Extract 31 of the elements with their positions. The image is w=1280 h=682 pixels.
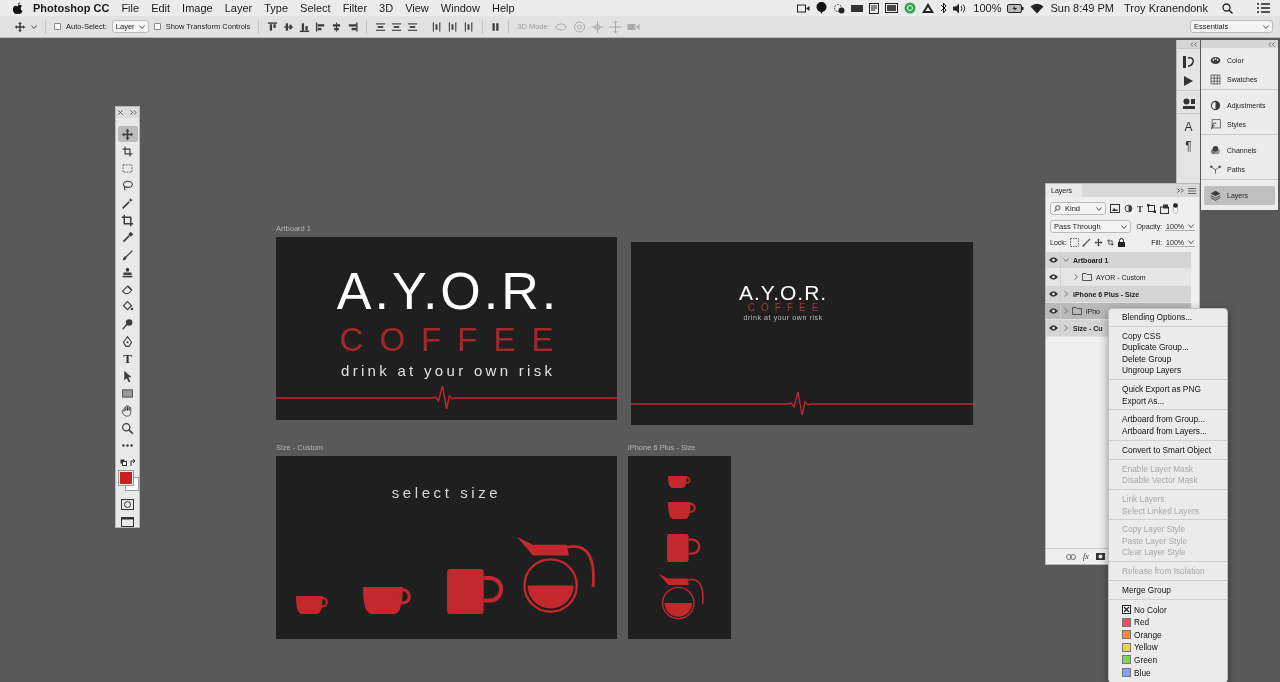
menu-item-label: Merge Group [1122,585,1171,596]
menu-item-label: Yellow [1134,642,1158,653]
menu-item-label: Orange [1134,629,1162,640]
menu-item-label: Export As... [1122,395,1165,406]
menu-item-label: Release from Isolation [1122,566,1205,577]
menu-item-label: Quick Export as PNG [1122,384,1201,394]
menu-item-label: Copy CSS [1122,330,1161,341]
menu-item-label: Paste Layer Style [1122,535,1188,546]
logo-title: A.Y.O.R. [335,265,560,317]
menu-item-label: Blending Options... [1122,311,1193,322]
menu-item-label: Convert to Smart Object [1122,444,1211,455]
menu-item-label: No Color [1134,604,1167,615]
logo-title: A.Y.O.R. [739,282,828,303]
logo-subtitle: COFFEE [746,303,825,313]
menu-item-label: Red [1134,617,1150,628]
menu-item-label: Duplicate Group... [1122,342,1189,353]
menu-item-label: Link Layers [1122,494,1165,504]
menu-item-label: Delete Group [1122,353,1172,364]
tagline: drink at your own risk [340,362,556,379]
menu-item-label: Green [1134,654,1158,665]
battery-percent: 100% [973,2,1002,14]
menu-item-label: Disable Vector Mask [1122,475,1198,486]
menu-item-label: Select Linked Layers [1122,505,1200,516]
logo-subtitle: COFFEE [338,323,570,356]
menu-item-label: Enable Layer Mask [1122,463,1194,474]
menu-item-label: Artboard from Layers... [1122,425,1207,436]
menu-item-label: Artboard from Group... [1122,414,1205,425]
menu-item-label: Ungroup Layers [1122,365,1182,376]
menu-item-label: Blue [1134,667,1151,678]
heading: select size [391,484,502,501]
menu-item-label: Copy Layer Style [1122,524,1186,535]
